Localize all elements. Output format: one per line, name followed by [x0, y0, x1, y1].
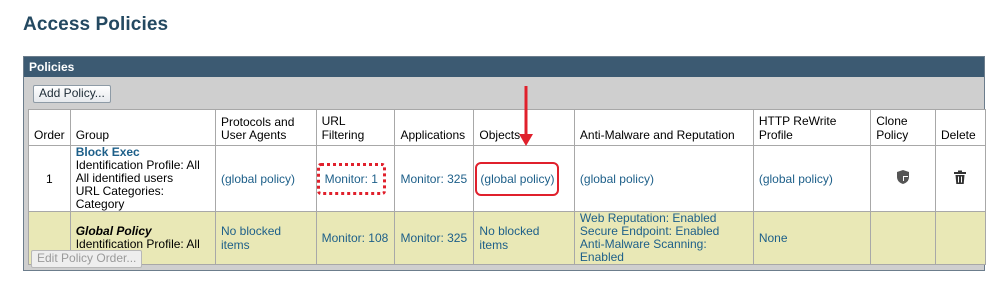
- policies-table: Order Group Protocols and User Agents UR…: [28, 109, 987, 265]
- cell-delete: [934, 211, 987, 265]
- header-url-filtering: URL Filtering: [315, 109, 396, 146]
- group-detail-3: URL Categories: Category: [75, 184, 164, 211]
- cell-protocols: (global policy): [215, 145, 317, 212]
- header-clone: Clone Policy: [870, 109, 936, 146]
- shield-icon[interactable]: [895, 169, 911, 188]
- objects-link[interactable]: No blocked items: [479, 224, 539, 252]
- add-policy-button[interactable]: Add Policy...: [33, 85, 111, 103]
- cell-protocols: No blocked items: [215, 211, 317, 265]
- cell-applications: Monitor: 325: [394, 145, 475, 212]
- cell-delete: [934, 145, 987, 212]
- cell-objects: (global policy): [473, 145, 575, 212]
- protocols-link[interactable]: (global policy): [221, 172, 295, 186]
- cell-applications: Monitor: 325: [394, 211, 475, 265]
- annotation-arrow-icon: [519, 86, 533, 146]
- header-protocols-line2: User Agents: [221, 128, 287, 142]
- table-header-row: Order Group Protocols and User Agents UR…: [28, 109, 987, 146]
- header-delete: Delete: [934, 109, 987, 146]
- http-rewrite-link[interactable]: (global policy): [759, 172, 833, 186]
- header-protocols: Protocols and User Agents: [215, 109, 317, 146]
- objects-link[interactable]: (global policy): [480, 172, 554, 186]
- edit-policy-order-button[interactable]: Edit Policy Order...: [31, 250, 143, 268]
- cell-anti-malware: Web Reputation: Enabled Secure Endpoint:…: [573, 211, 754, 265]
- header-http-rewrite: HTTP ReWrite Profile: [752, 109, 872, 146]
- protocols-link[interactable]: No blocked items: [221, 224, 281, 252]
- header-anti-malware: Anti-Malware and Reputation: [573, 109, 754, 146]
- anti-malware-scanning-link[interactable]: Anti-Malware Scanning: Enabled: [580, 238, 748, 264]
- url-filtering-link[interactable]: Monitor: 1: [325, 172, 378, 186]
- cell-http-rewrite: None: [752, 211, 872, 265]
- table-row: 1 Block Exec Identification Profile: All…: [28, 145, 987, 212]
- url-filtering-highlight: Monitor: 1: [316, 162, 386, 195]
- http-rewrite-link[interactable]: None: [759, 231, 788, 245]
- anti-malware-link[interactable]: (global policy): [580, 172, 654, 186]
- policies-panel: Policies Add Policy... Order Group Proto…: [23, 56, 987, 271]
- row-group: Block Exec Identification Profile: All A…: [69, 145, 217, 212]
- trash-icon[interactable]: [953, 170, 967, 188]
- cell-url-filtering: Monitor: 108: [315, 211, 396, 265]
- row-order: 1: [28, 145, 71, 212]
- header-group: Group: [69, 109, 217, 146]
- cell-clone: [870, 145, 936, 212]
- applications-link[interactable]: Monitor: 325: [400, 172, 467, 186]
- applications-link[interactable]: Monitor: 325: [400, 231, 467, 245]
- cell-anti-malware: (global policy): [573, 145, 754, 212]
- cell-objects: No blocked items: [473, 211, 575, 265]
- panel-header: Policies: [24, 57, 984, 77]
- cell-clone: [870, 211, 936, 265]
- table-row: Global Policy Identification Profile: Al…: [28, 211, 987, 265]
- cell-http-rewrite: (global policy): [752, 145, 872, 212]
- cell-url-filtering: Monitor: 1: [315, 145, 396, 212]
- header-order: Order: [28, 109, 71, 146]
- url-filtering-link[interactable]: Monitor: 108: [322, 231, 389, 245]
- objects-highlight: (global policy): [475, 161, 560, 196]
- page-title: Access Policies: [23, 14, 169, 35]
- header-applications: Applications: [394, 109, 475, 146]
